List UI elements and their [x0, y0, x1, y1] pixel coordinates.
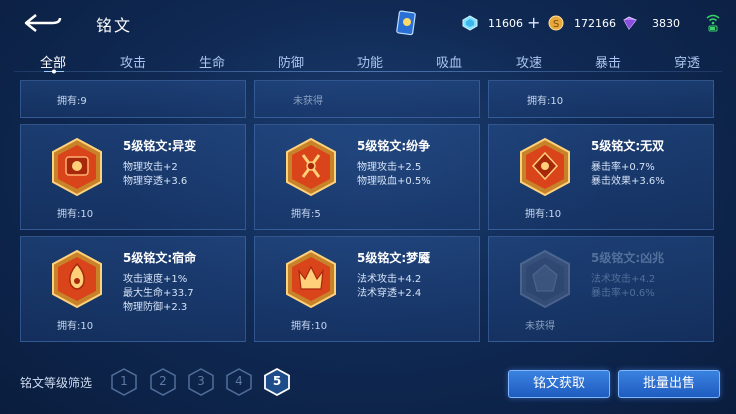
crystal-icon [623, 16, 637, 30]
add-diamond-button[interactable]: + [527, 15, 540, 31]
rune-emblem-icon [52, 249, 102, 309]
rune-stat: 攻击速度+1% [123, 274, 188, 285]
gold-coin-icon: S [548, 15, 564, 31]
rune-name: 5级铭文:异变 [123, 139, 197, 153]
rune-panel-top-3[interactable]: 拥有:10 [488, 80, 714, 118]
rune-stat: 法术穿透+2.4 [357, 288, 422, 299]
rune-name: 5级铭文:无双 [591, 139, 665, 153]
level-filter-5[interactable]: 5 [264, 367, 290, 397]
rune-emblem-icon [286, 249, 336, 309]
rune-obtain-button[interactable]: 铭文获取 [508, 370, 610, 398]
rune-stat: 物理防御+2.3 [123, 302, 188, 313]
rune-panel-top-2[interactable]: 未获得 [254, 80, 480, 118]
level-number: 3 [197, 374, 205, 388]
crystal-value: 3830 [652, 16, 680, 30]
wifi-signal-icon [706, 14, 720, 32]
rune-stat: 物理攻击+2 [123, 162, 178, 173]
owned-count: 拥有:5 [291, 209, 321, 220]
rune-emblem-icon [286, 137, 336, 197]
rune-panel-suming[interactable]: 5级铭文:宿命 攻击速度+1% 最大生命+33.7 物理防御+2.3 拥有:10 [20, 236, 246, 342]
rune-panel-fenzheng[interactable]: 5级铭文:纷争 物理攻击+2.5 物理吸血+0.5% 拥有:5 [254, 124, 480, 230]
gold-value: 172166 [574, 16, 616, 30]
rune-emblem-icon [520, 249, 570, 309]
back-arrow-icon[interactable] [22, 12, 64, 34]
page-title: 铭文 [96, 16, 133, 35]
rune-panel-xiongzhao[interactable]: 5级铭文:凶兆 法术攻击+4.2 暴击率+0.6% 未获得 [488, 236, 714, 342]
rune-panel-wushuang[interactable]: 5级铭文:无双 暴击率+0.7% 暴击效果+3.6% 拥有:10 [488, 124, 714, 230]
level-filter-2[interactable]: 2 [150, 368, 176, 396]
level-filter-1[interactable]: 1 [111, 368, 137, 396]
rune-stat: 暴击率+0.7% [591, 162, 655, 173]
level-number: 5 [272, 374, 282, 388]
rune-stat: 物理攻击+2.5 [357, 162, 422, 173]
rune-stat: 暴击率+0.6% [591, 288, 655, 299]
tab-utility[interactable]: 功能 [345, 52, 395, 71]
tab-crit[interactable]: 暴击 [583, 52, 633, 71]
svg-text:S: S [553, 19, 559, 30]
not-obtained-label: 未获得 [293, 96, 323, 107]
rune-name: 5级铭文:凶兆 [591, 251, 665, 265]
rune-stat: 法术攻击+4.2 [357, 274, 422, 285]
rune-panel-mengyan[interactable]: 5级铭文:梦魇 法术攻击+4.2 法术穿透+2.4 拥有:10 [254, 236, 480, 342]
level-filter-3[interactable]: 3 [188, 368, 214, 396]
level-number: 2 [159, 374, 167, 388]
not-obtained-label: 未获得 [525, 321, 555, 332]
rune-emblem-icon [52, 137, 102, 197]
owned-count: 拥有:10 [527, 96, 564, 107]
rune-panel-yibian[interactable]: 5级铭文:异变 物理攻击+2 物理穿透+3.6 拥有:10 [20, 124, 246, 230]
rune-name: 5级铭文:纷争 [357, 139, 431, 153]
rune-stat: 暴击效果+3.6% [591, 176, 665, 187]
rune-emblem-icon [520, 137, 570, 197]
diamond-value: 11606 [488, 16, 523, 30]
owned-count: 拥有:10 [525, 209, 562, 220]
owned-count: 拥有:10 [291, 321, 328, 332]
rune-stat: 物理吸血+0.5% [357, 176, 431, 187]
level-filter-4[interactable]: 4 [226, 368, 252, 396]
level-number: 1 [120, 374, 128, 388]
level-number: 4 [235, 374, 243, 388]
tab-health[interactable]: 生命 [187, 52, 237, 71]
owned-count: 拥有:10 [57, 209, 94, 220]
rune-card-icon[interactable] [396, 10, 418, 36]
rune-grid: 拥有:9 未获得 拥有:10 5级铭文:异变 物理攻击+2 物理穿透+3.6 拥… [0, 80, 736, 348]
tab-lifesteal[interactable]: 吸血 [424, 52, 474, 71]
owned-count: 拥有:10 [57, 321, 94, 332]
tab-defense[interactable]: 防御 [266, 52, 316, 71]
tab-divider [14, 71, 722, 72]
rune-stat: 法术攻击+4.2 [591, 274, 656, 285]
rune-stat: 最大生命+33.7 [123, 288, 194, 299]
active-tab-indicator [44, 69, 64, 74]
level-filter-label: 铭文等级筛选 [20, 376, 93, 390]
bulk-sell-button[interactable]: 批量出售 [618, 370, 720, 398]
tab-penetration[interactable]: 穿透 [662, 52, 712, 71]
rune-stat: 物理穿透+3.6 [123, 176, 188, 187]
diamond-balance: 11606 + [462, 14, 540, 32]
rune-name: 5级铭文:梦魇 [357, 251, 431, 265]
rune-name: 5级铭文:宿命 [123, 251, 197, 265]
crystal-balance: 3830 [620, 14, 680, 32]
gold-balance: S 172166 [548, 14, 616, 32]
rune-panel-top-1[interactable]: 拥有:9 [20, 80, 246, 118]
tab-attack[interactable]: 攻击 [108, 52, 158, 71]
bottom-bar: 铭文等级筛选 1 2 3 4 5 铭文获取 批量出售 [0, 354, 736, 414]
top-bar: 铭文 11606 + S 172166 3830 [0, 0, 736, 44]
rune-category-tabs: 全部 攻击 生命 防御 功能 吸血 攻速 暴击 穿透 [0, 44, 736, 76]
owned-count: 拥有:9 [57, 96, 87, 107]
tab-attack-speed[interactable]: 攻速 [504, 52, 554, 71]
diamond-icon [462, 15, 478, 31]
